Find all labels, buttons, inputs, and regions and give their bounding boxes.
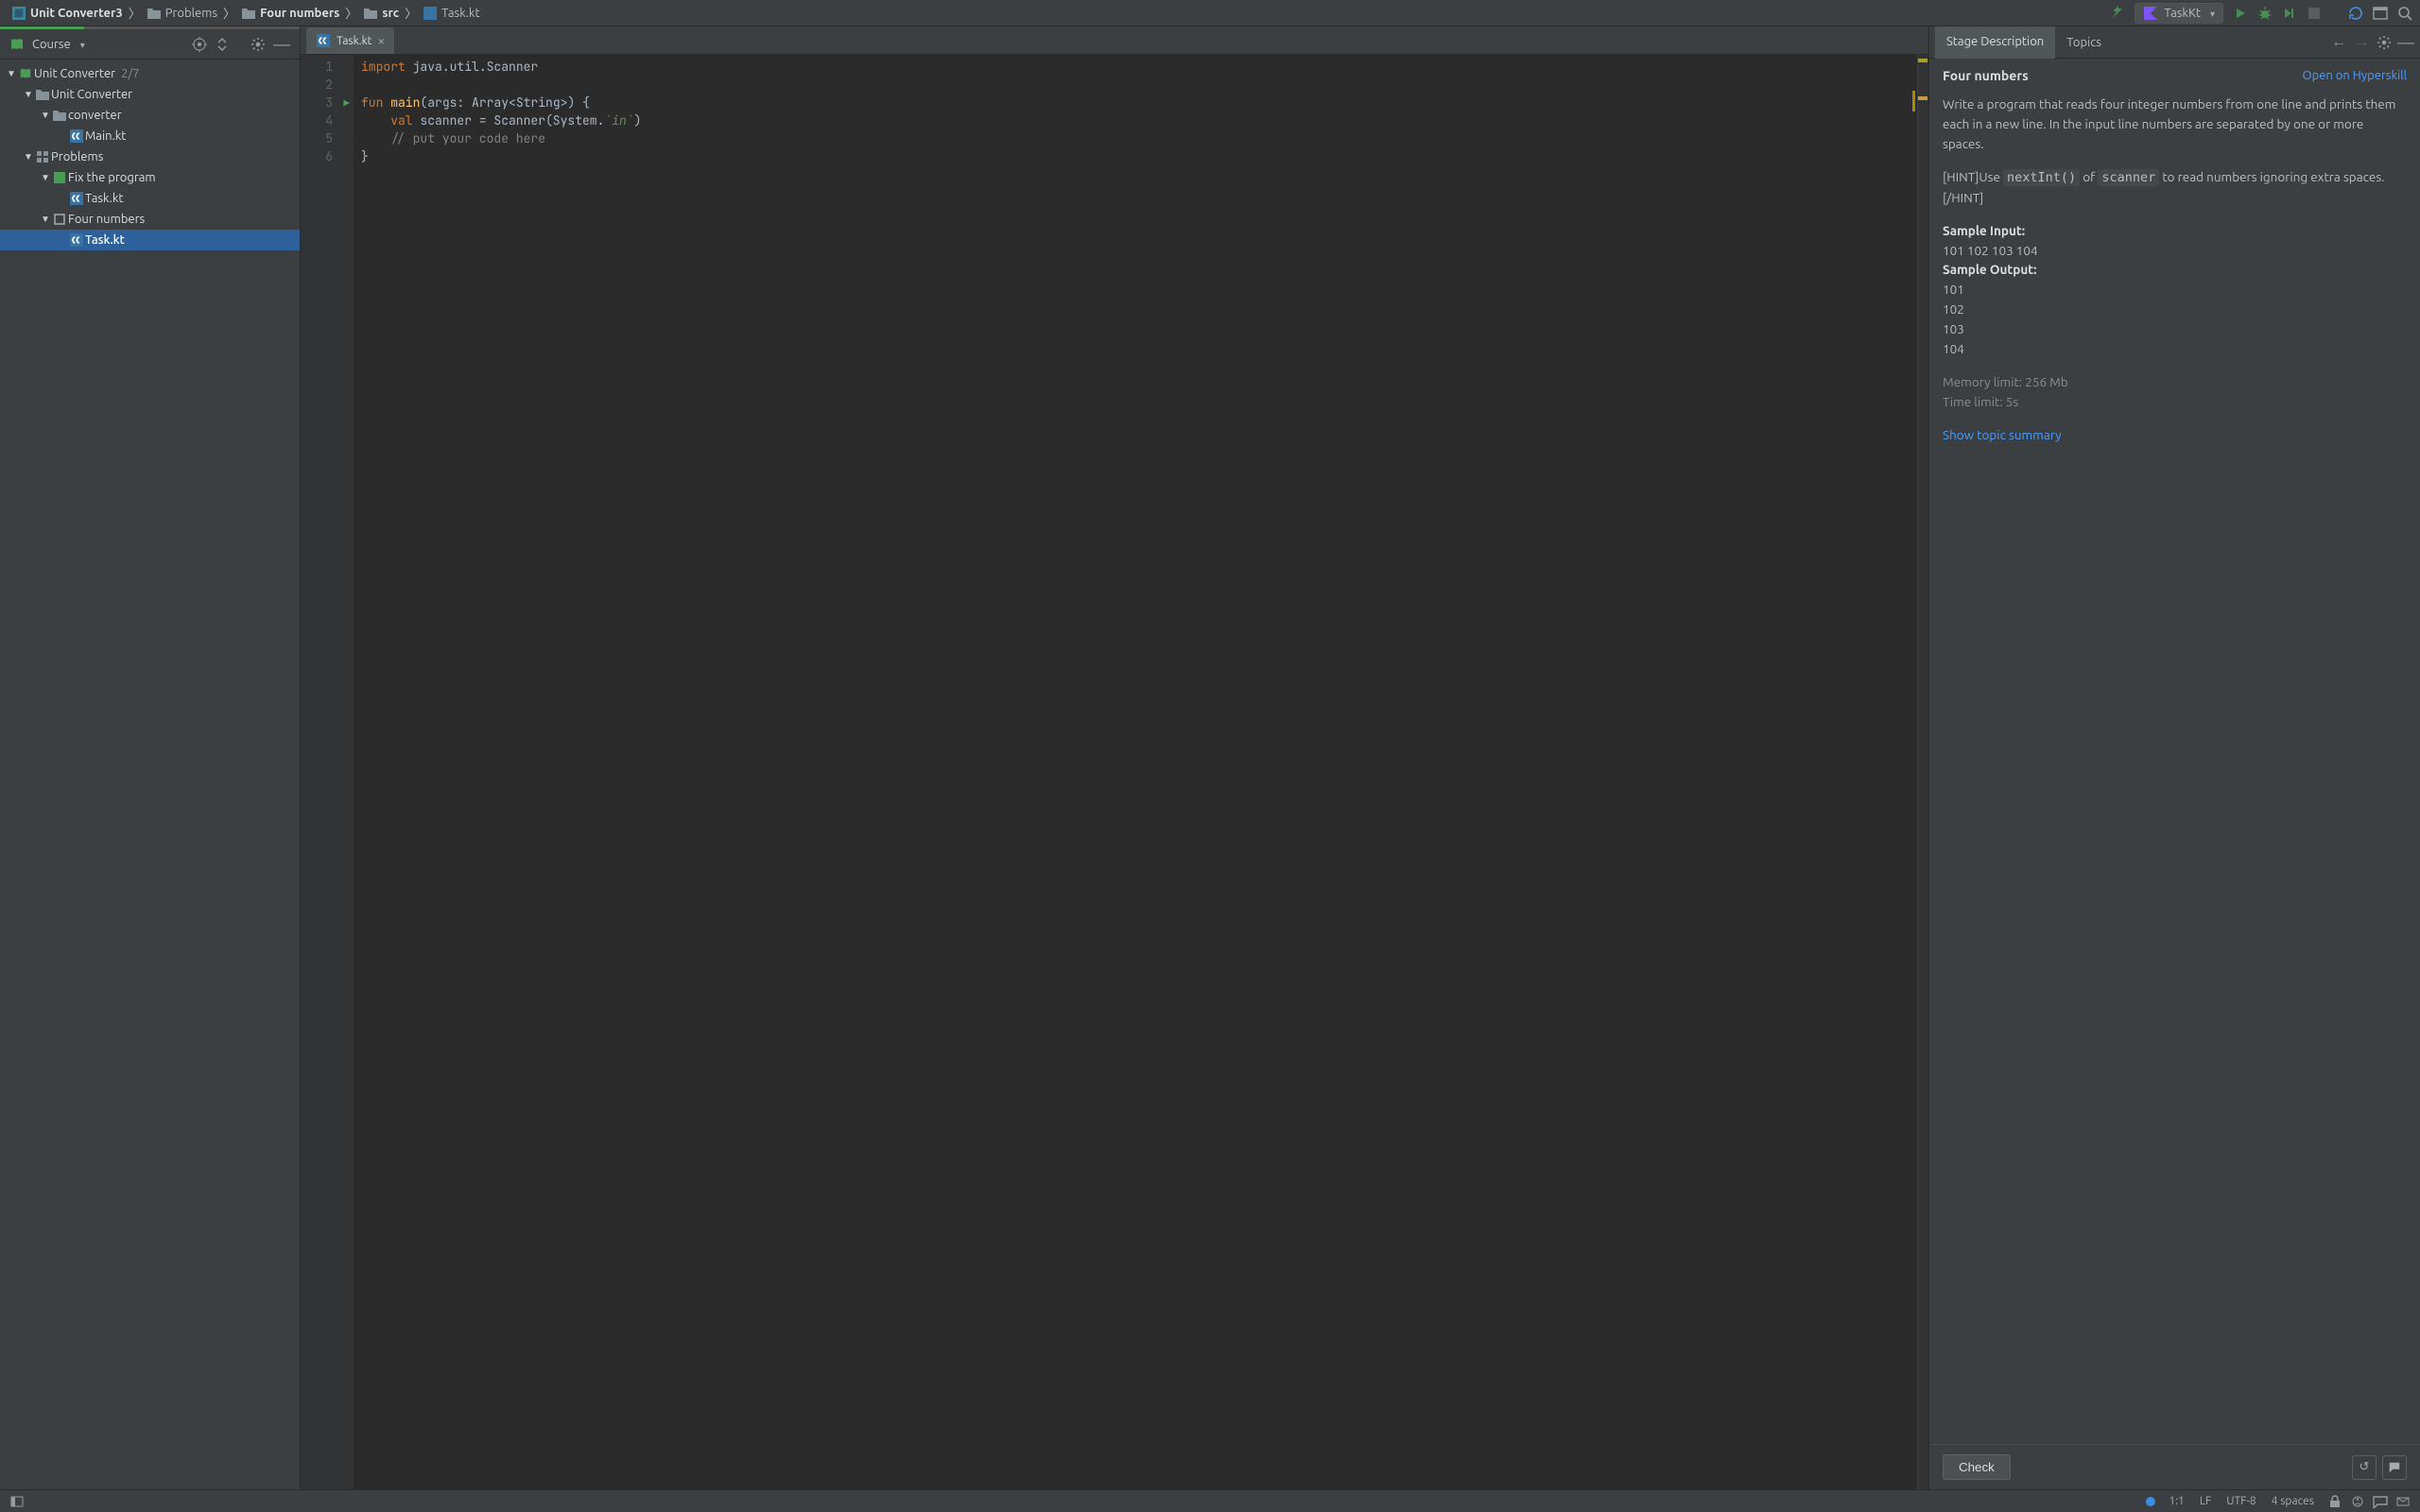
close-icon[interactable]: × bbox=[377, 33, 385, 48]
code-editor[interactable]: 1 2 3▶ 4 5 6 import java.util.Scanner fu… bbox=[301, 55, 1928, 1489]
task-hint: [HINT]Use nextInt() of scanner to read n… bbox=[1943, 167, 2407, 208]
search-icon[interactable] bbox=[2397, 6, 2412, 21]
tool-window-toggle-icon[interactable] bbox=[9, 1494, 25, 1509]
task-title: Four numbers bbox=[1943, 68, 2029, 83]
breadcrumb-item[interactable]: Task.kt bbox=[419, 4, 483, 23]
kotlin-file-icon bbox=[68, 192, 85, 205]
run-config-label: TaskKt bbox=[2164, 7, 2201, 20]
side-panel-title[interactable]: Course bbox=[32, 38, 85, 51]
description-tabs: Stage Description Topics ← → — bbox=[1929, 26, 2420, 59]
breadcrumb-item[interactable]: src bbox=[359, 4, 403, 23]
open-hyperskill-link[interactable]: Open on Hyperskill bbox=[2303, 69, 2408, 82]
stop-icon[interactable] bbox=[2307, 6, 2322, 21]
lock-icon[interactable] bbox=[2327, 1494, 2342, 1509]
book-icon bbox=[17, 67, 34, 80]
tree-root[interactable]: ▼ Unit Converter 2/7 bbox=[0, 63, 300, 84]
status-bar: 1:1 LF UTF-8 4 spaces bbox=[0, 1489, 2420, 1512]
task-description-body: Write a program that reads four integer … bbox=[1929, 87, 2420, 1444]
target-icon[interactable] bbox=[192, 37, 207, 52]
line-separator[interactable]: LF bbox=[2192, 1495, 2219, 1507]
chevron-down-icon bbox=[77, 38, 85, 51]
kotlin-file-icon bbox=[316, 33, 331, 48]
editor-area: Task.kt × 1 2 3▶ 4 5 6 import java.util.… bbox=[301, 26, 1928, 1489]
time-limit: Time limit: 5s bbox=[1943, 394, 2018, 409]
code-content[interactable]: import java.util.Scanner fun main(args: … bbox=[354, 55, 1928, 1489]
caret-position[interactable]: 1:1 bbox=[2161, 1495, 2192, 1507]
top-toolbar: Unit Converter3〉Problems〉Four numbers〉sr… bbox=[0, 0, 2420, 26]
indent-setting[interactable]: 4 spaces bbox=[2264, 1495, 2322, 1507]
show-topic-summary-link[interactable]: Show topic summary bbox=[1943, 427, 2062, 442]
breadcrumb-item[interactable]: Unit Converter3 bbox=[8, 4, 127, 23]
sample-output-label: Sample Output: bbox=[1943, 262, 2036, 277]
task-paragraph: Write a program that reads four integer … bbox=[1943, 94, 2407, 154]
memory-limit: Memory limit: 256 Mb bbox=[1943, 374, 2068, 389]
tree-node[interactable]: Task.kt bbox=[0, 230, 300, 250]
update-icon[interactable] bbox=[2348, 6, 2363, 21]
tree-node[interactable]: ▼Unit Converter bbox=[0, 84, 300, 105]
square-done-icon bbox=[51, 172, 68, 183]
expand-all-icon[interactable] bbox=[215, 37, 230, 52]
folder-icon bbox=[51, 110, 68, 121]
debug-icon[interactable] bbox=[2257, 6, 2273, 21]
tree-node[interactable]: ▼converter bbox=[0, 105, 300, 126]
grid-icon bbox=[34, 150, 51, 163]
kotlin-file-icon bbox=[68, 129, 85, 143]
tab-label: Task.kt bbox=[337, 35, 372, 47]
chevron-right-icon: 〉 bbox=[129, 4, 141, 22]
chevron-down-icon bbox=[2206, 7, 2215, 20]
book-icon bbox=[9, 37, 25, 52]
folder-icon bbox=[147, 6, 162, 21]
sample-input-label: Sample Input: bbox=[1943, 223, 2025, 238]
tab-topics[interactable]: Topics bbox=[2055, 26, 2113, 59]
window-icon[interactable] bbox=[2373, 6, 2388, 21]
file-encoding[interactable]: UTF-8 bbox=[2219, 1495, 2263, 1507]
folder-icon bbox=[34, 89, 51, 100]
tree-node[interactable]: Main.kt bbox=[0, 126, 300, 146]
kotlin-file-icon bbox=[423, 6, 438, 21]
reset-icon[interactable]: ↺ bbox=[2352, 1455, 2377, 1480]
breadcrumb: Unit Converter3〉Problems〉Four numbers〉sr… bbox=[8, 4, 484, 23]
notifications-icon[interactable] bbox=[2395, 1494, 2411, 1509]
editor-tabs: Task.kt × bbox=[301, 26, 1928, 55]
comment-icon[interactable] bbox=[2382, 1455, 2407, 1480]
breadcrumb-item[interactable]: Problems bbox=[143, 4, 221, 23]
minimize-icon[interactable]: — bbox=[273, 35, 290, 54]
chevron-right-icon: 〉 bbox=[405, 4, 417, 22]
build-icon[interactable] bbox=[2110, 6, 2125, 21]
run-coverage-icon[interactable] bbox=[2282, 6, 2297, 21]
editor-tab[interactable]: Task.kt × bbox=[306, 27, 394, 54]
folder-icon bbox=[241, 6, 256, 21]
side-panel-header: Course — bbox=[0, 29, 300, 60]
check-button[interactable]: Check bbox=[1943, 1454, 2011, 1480]
kotlin-icon bbox=[2143, 6, 2158, 21]
folder-icon bbox=[363, 6, 378, 21]
run-icon[interactable] bbox=[2233, 6, 2248, 21]
chevron-right-icon: 〉 bbox=[345, 4, 357, 22]
course-tool-window: Course — ▼ Unit Converte bbox=[0, 26, 301, 1489]
square-todo-icon bbox=[51, 214, 68, 225]
description-panel: Stage Description Topics ← → — Four numb… bbox=[1928, 26, 2420, 1489]
gear-icon[interactable] bbox=[251, 37, 266, 52]
kotlin-file-icon bbox=[68, 233, 85, 247]
chat-icon[interactable] bbox=[2373, 1494, 2388, 1509]
tree-node[interactable]: ▼Fix the program bbox=[0, 167, 300, 188]
tab-stage-description[interactable]: Stage Description bbox=[1935, 26, 2055, 59]
inspector-icon[interactable] bbox=[2350, 1494, 2365, 1509]
module-icon bbox=[11, 6, 26, 21]
marker-bar[interactable] bbox=[1917, 55, 1928, 1489]
chevron-right-icon: 〉 bbox=[223, 4, 235, 22]
tree-node[interactable]: Task.kt bbox=[0, 188, 300, 209]
run-config-selector[interactable]: TaskKt bbox=[2135, 3, 2223, 24]
back-icon[interactable]: ← bbox=[2331, 33, 2346, 51]
breadcrumb-item[interactable]: Four numbers bbox=[237, 4, 343, 23]
minimize-icon[interactable]: — bbox=[2397, 33, 2414, 52]
process-indicator-icon[interactable] bbox=[2146, 1497, 2155, 1506]
project-tree[interactable]: ▼ Unit Converter 2/7 ▼Unit Converter▼con… bbox=[0, 60, 300, 254]
tree-node[interactable]: ▼Four numbers bbox=[0, 209, 300, 230]
forward-icon[interactable]: → bbox=[2354, 33, 2369, 51]
sample-input-value: 101 102 103 104 bbox=[1943, 243, 2038, 258]
gear-icon[interactable] bbox=[2377, 35, 2392, 50]
gutter: 1 2 3▶ 4 5 6 bbox=[301, 55, 354, 1489]
tree-node[interactable]: ▼Problems bbox=[0, 146, 300, 167]
